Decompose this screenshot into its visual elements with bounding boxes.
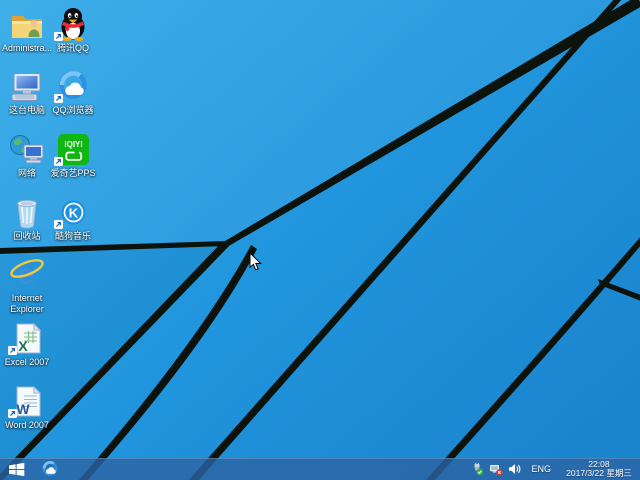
desktop-icon-label: Word 2007 [0,420,54,431]
desktop-icon-label: Internet Explorer [0,293,54,315]
qq-penguin-icon [46,5,100,41]
desktop-icon-tencent-qq[interactable]: 腾讯QQ [46,5,100,54]
shortcut-arrow-icon [54,220,63,229]
desktop-icon-label: QQ浏览器 [46,105,100,116]
desktop-icon-label: 酷狗音乐 [46,231,100,242]
qq-browser-icon [46,67,100,103]
svg-text:X: X [18,338,28,354]
windows-logo-icon [8,462,25,477]
language-indicator[interactable]: ENG [526,464,556,474]
shortcut-arrow-icon [54,157,63,166]
desktop-icon-kugou-music[interactable]: K 酷狗音乐 [46,193,100,242]
desktop-screen: { "desktop": { "icons": [ {"label": "Adm… [0,0,640,480]
taskbar: ENG 22:08 2017/3/22 星期三 [0,458,640,480]
start-button[interactable] [0,458,33,480]
taskbar-left-group [0,458,67,480]
shortcut-arrow-icon [54,94,63,103]
desktop-icon-label: Excel 2007 [0,357,54,368]
desktop-icon-label: 腾讯QQ [46,43,100,54]
system-tray: ENG 22:08 2017/3/22 星期三 [471,458,640,480]
network-disconnected-icon[interactable] [489,463,503,476]
volume-icon[interactable] [508,463,521,475]
shortcut-arrow-icon [8,409,17,418]
svg-text:W: W [16,401,30,417]
svg-text:iQIYI: iQIYI [64,140,82,149]
desktop-icon-word-2007[interactable]: W Word 2007 [0,382,54,431]
shortcut-arrow-icon [8,346,17,355]
word-icon: W [0,382,54,418]
tray-clock[interactable]: 22:08 2017/3/22 星期三 [561,460,637,478]
taskbar-qq-browser-button[interactable] [33,458,67,480]
desktop-icon-qq-browser[interactable]: QQ浏览器 [46,67,100,116]
internet-explorer-icon: e [0,255,54,291]
clock-date: 2017/3/22 星期三 [561,469,637,478]
shortcut-arrow-icon [54,32,63,41]
desktop-icon-iqiyi-pps[interactable]: iQIYI 爱奇艺PPS [46,130,100,179]
mouse-cursor [249,252,263,272]
qq-browser-icon [41,460,59,478]
svg-text:K: K [68,206,78,221]
safely-remove-hardware-icon[interactable] [471,463,484,476]
desktop-icon-internet-explorer[interactable]: e Internet Explorer [0,255,54,315]
excel-icon: X [0,319,54,355]
desktop-icon-excel-2007[interactable]: X Excel 2007 [0,319,54,368]
desktop-icon-label: 爱奇艺PPS [46,168,100,179]
iqiyi-icon: iQIYI [46,130,100,166]
kugou-icon: K [46,193,100,229]
